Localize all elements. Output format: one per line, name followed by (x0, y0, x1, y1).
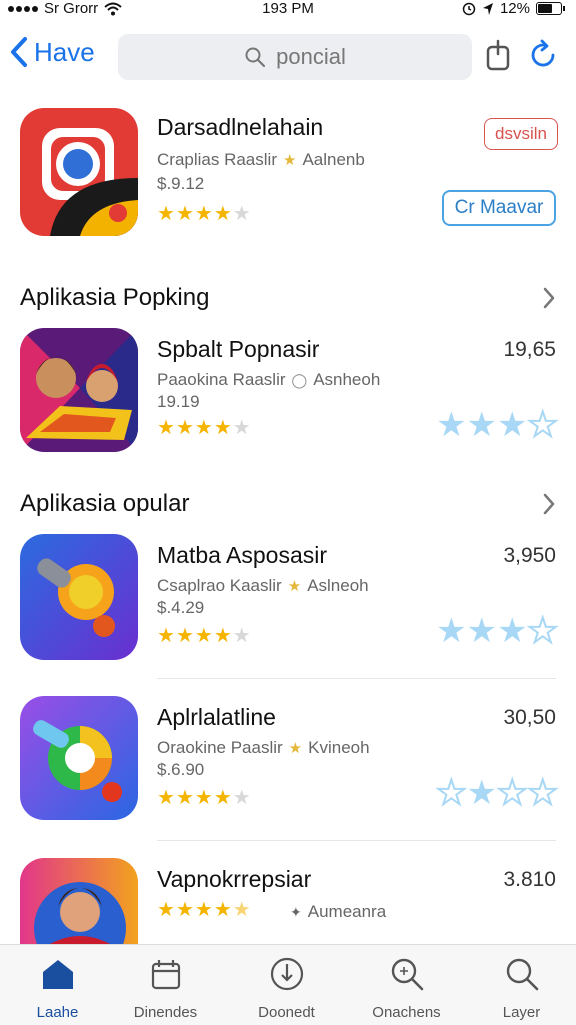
circle-icon: ◯ (291, 371, 308, 388)
app-title: Vapnokrrepsiar (157, 866, 312, 892)
featured-app-icon (20, 108, 138, 236)
app-row[interactable]: Aplrlalatline Oraokine Paaslir ★ Kvineoh… (0, 696, 576, 836)
app-big-rating: ★ ★ ★ ★ (435, 774, 559, 812)
tab-search[interactable]: Onachens (349, 945, 464, 1025)
app-icon (20, 696, 138, 820)
app-count: 3,950 (503, 544, 556, 567)
star-icon: ★ (287, 578, 302, 595)
search-icon (391, 958, 423, 991)
share-icon[interactable] (482, 38, 516, 72)
search-icon (506, 958, 538, 991)
app-rating: ★ ★ ★ ★ ★ (157, 417, 251, 439)
featured-blue-button[interactable]: Cr Maavar (442, 190, 556, 226)
refresh-icon[interactable] (526, 38, 560, 72)
chevron-right-icon[interactable] (542, 492, 556, 516)
featured-red-button[interactable]: dsvsiln (484, 118, 558, 150)
battery-icon (536, 2, 565, 15)
app-subtitle: Csaplrao Kaaslir ★ Aslneoh (157, 576, 369, 595)
star-icon: ✦ (290, 903, 302, 920)
search-icon (245, 47, 266, 68)
app-rating: ★ ★ ★ ★ ★ (157, 625, 251, 647)
back-button[interactable]: Have (8, 36, 95, 68)
app-title: Spbalt Popnasir (157, 336, 320, 362)
featured-app-rating: ★ ★ ★ ★ ★ (157, 203, 251, 225)
app-icon (20, 534, 138, 660)
tab-home[interactable]: Laahe (0, 945, 115, 1025)
tab-calendar[interactable]: Dinendes (108, 945, 223, 1025)
download-icon (270, 957, 303, 991)
app-big-rating: ★ ★ ★ ★ (436, 406, 559, 444)
featured-app-subtitle: Craplias Raaslir ★ Aalnenb (157, 150, 365, 169)
app-row[interactable]: Matba Asposasir Csaplrao Kaaslir ★ Aslne… (0, 534, 576, 674)
search-text: poncial (276, 44, 346, 69)
app-big-rating: ★ ★ ★ ★ (436, 612, 559, 650)
featured-app-title: Darsadlnelahain (157, 114, 324, 140)
back-label: Have (34, 36, 95, 67)
app-row[interactable]: Spbalt Popnasir Paaokina Raaslir ◯ Asnhe… (0, 328, 576, 468)
tab-layer[interactable]: Layer (464, 945, 576, 1025)
app-icon (20, 328, 138, 452)
app-price: $.4.29 (157, 598, 205, 617)
alarm-icon (462, 2, 476, 15)
location-icon (482, 2, 493, 15)
tab-download[interactable]: Doonedt (229, 945, 344, 1025)
featured-app-price: $.9.12 (157, 174, 205, 193)
star-icon: ★ (282, 152, 297, 169)
home-icon (42, 960, 73, 989)
nav-bar: Have poncial (0, 32, 576, 82)
status-bar: Sr Grorr 193 PM 12% (0, 0, 576, 20)
app-price: $.6.90 (157, 760, 205, 779)
app-subtitle: ✦ Aumeanra (290, 902, 387, 921)
chevron-right-icon[interactable] (542, 286, 556, 310)
app-rating: ★ ★ ★ ★ ★ (157, 787, 251, 809)
section-title: Aplikasia Popking (20, 284, 210, 311)
app-subtitle: Paaokina Raaslir ◯ Asnheoh (157, 370, 381, 389)
divider (157, 840, 556, 841)
app-title: Aplrlalatline (157, 704, 276, 730)
app-rating: ★ ★ ★ ★ ★ (157, 899, 251, 921)
star-icon: ★ (288, 740, 303, 757)
calendar-icon (151, 960, 180, 990)
app-count: 30,50 (503, 706, 556, 729)
app-count: 19,65 (503, 338, 556, 361)
chevron-left-icon (11, 37, 27, 67)
section-title: Aplikasia opular (20, 490, 190, 517)
divider (157, 678, 556, 679)
search-field[interactable]: poncial (118, 34, 472, 80)
app-title: Matba Asposasir (157, 542, 328, 568)
app-icon (20, 858, 138, 944)
app-subtitle: Oraokine Paaslir ★ Kvineoh (157, 738, 370, 757)
app-count: 3.810 (503, 868, 556, 891)
battery-percent: 12% (499, 0, 530, 17)
app-price: 19.19 (157, 392, 200, 411)
tab-bar: Laahe Dinendes Doonedt Onachens Layer (0, 944, 576, 1025)
